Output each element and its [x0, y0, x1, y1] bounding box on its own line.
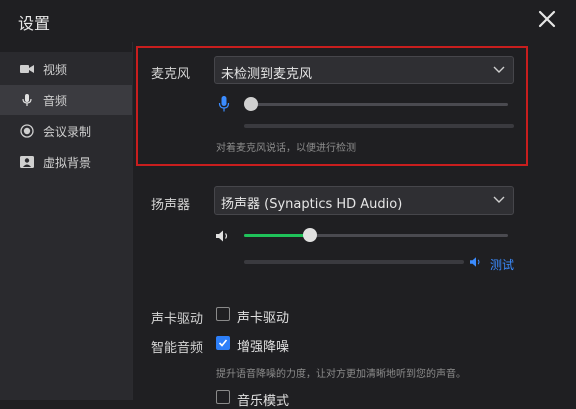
- sidebar-item-label: 会议录制: [43, 125, 92, 139]
- sidebar-divider: [132, 42, 133, 400]
- title-bar: 设置: [0, 0, 576, 42]
- speaker-test-icon[interactable]: [469, 256, 483, 268]
- record-icon: [20, 124, 34, 138]
- microphone-icon: [218, 96, 230, 112]
- microphone-level-track[interactable]: [250, 103, 508, 106]
- smart-audio-label: 智能音频: [151, 341, 204, 356]
- sidebar-item-audio[interactable]: 音频: [0, 85, 132, 115]
- video-camera-icon: [20, 65, 34, 73]
- window-title: 设置: [18, 14, 51, 33]
- checkmark-icon: [218, 339, 228, 347]
- sidebar-item-recording[interactable]: 会议录制: [0, 116, 132, 146]
- noise-reduction-checkbox-label[interactable]: 增强降噪: [237, 336, 289, 355]
- chevron-down-icon: [493, 196, 505, 203]
- microphone-input-meter: [244, 124, 514, 128]
- speaker-output-meter: [244, 260, 464, 264]
- sidebar-item-label: 视频: [43, 63, 68, 77]
- microphone-select-value: 未检测到麦克风: [221, 67, 313, 82]
- music-mode-checkbox[interactable]: [216, 390, 230, 404]
- sound-card-checkbox-label[interactable]: 声卡驱动: [237, 307, 289, 326]
- speaker-volume-knob[interactable]: [303, 228, 317, 242]
- sound-card-label: 声卡驱动: [151, 312, 204, 327]
- speaker-volume-fill: [244, 234, 310, 237]
- close-icon[interactable]: [536, 8, 558, 30]
- microphone-hint: 对着麦克风说话，以便进行检测: [216, 143, 356, 154]
- noise-reduction-checkbox[interactable]: [216, 336, 230, 350]
- speaker-volume-icon: [216, 230, 228, 242]
- speaker-select-value: 扬声器 (Synaptics HD Audio): [221, 197, 403, 212]
- chevron-down-icon: [493, 66, 505, 73]
- microphone-select[interactable]: 未检测到麦克风: [214, 56, 514, 84]
- sidebar-item-label: 音频: [43, 94, 68, 108]
- speaker-select[interactable]: 扬声器 (Synaptics HD Audio): [214, 186, 514, 215]
- sidebar-item-virtual-background[interactable]: 虚拟背景: [0, 147, 132, 177]
- sound-card-checkbox[interactable]: [216, 307, 230, 321]
- speaker-test-button[interactable]: 测试: [490, 256, 514, 273]
- speaker-label: 扬声器: [151, 198, 191, 213]
- sidebar-item-video[interactable]: 视频: [0, 54, 132, 84]
- sidebar-item-label: 虚拟背景: [43, 156, 92, 170]
- portrait-icon: [20, 156, 34, 168]
- microphone-icon: [22, 94, 32, 106]
- noise-reduction-hint: 提升语音降噪的力度，让对方更加清晰地听到您的声音。: [216, 369, 466, 380]
- settings-sidebar: 视频 音频 会议录制 虚拟背景: [0, 52, 132, 400]
- microphone-level-knob[interactable]: [244, 97, 258, 111]
- microphone-label: 麦克风: [151, 67, 191, 82]
